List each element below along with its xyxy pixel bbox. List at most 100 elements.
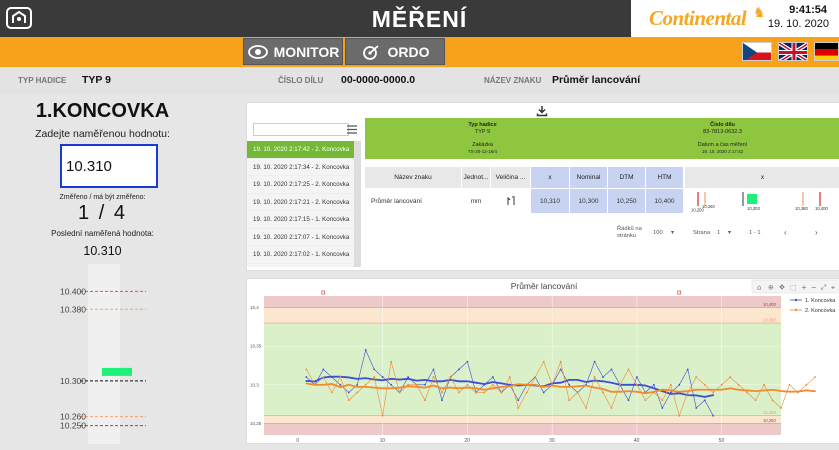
series-point bbox=[636, 376, 638, 378]
cell-htm: 10,400 bbox=[646, 189, 683, 213]
camera-icon[interactable]: ⌂ bbox=[757, 284, 761, 292]
continental-logo: Continental bbox=[649, 6, 747, 30]
download-icon[interactable] bbox=[536, 105, 548, 117]
chevron-down-icon[interactable]: ▾ bbox=[671, 229, 674, 236]
series-point bbox=[627, 368, 630, 371]
series-point bbox=[381, 376, 384, 378]
count-label: Změřeno / má být změřeno: bbox=[59, 194, 146, 201]
col-htm[interactable]: HTM bbox=[646, 167, 683, 188]
history-item[interactable]: 19. 10. 2020 2:16:59 - 1. Koncovka bbox=[247, 263, 354, 267]
series-point bbox=[585, 407, 587, 409]
history-item[interactable]: 19. 10. 2020 2:17:25 - 2. Koncovka bbox=[247, 176, 354, 194]
y-tick-label: 10,3 bbox=[250, 382, 259, 387]
series-point bbox=[593, 360, 596, 363]
y-tick-label: 10,4 bbox=[250, 305, 259, 310]
chart-title: Průměr lancování bbox=[511, 281, 578, 291]
history-item[interactable]: 19. 10. 2020 2:17:21 - 2. Koncovka bbox=[247, 193, 354, 211]
feature-name-value: Průměr lancování bbox=[552, 74, 641, 86]
series-point bbox=[661, 399, 664, 402]
detail-part-value: 83-7813-0632.3 bbox=[703, 129, 742, 135]
series-point bbox=[364, 383, 367, 386]
select-icon[interactable]: ⬚ bbox=[790, 284, 797, 292]
series-point bbox=[508, 376, 511, 378]
ordo-button[interactable]: ORDO bbox=[345, 38, 445, 65]
series-point bbox=[788, 383, 791, 386]
col-dtm[interactable]: DTM bbox=[608, 167, 645, 188]
monitor-label: MONITOR bbox=[273, 43, 340, 60]
series-point bbox=[305, 368, 308, 371]
page-select[interactable]: 1 bbox=[717, 230, 720, 236]
clock-date: 19. 10. 2020 bbox=[767, 18, 829, 30]
part-number-value: 00-0000-0000.0 bbox=[341, 74, 416, 86]
feature-name-label: NÁZEV ZNAKU bbox=[484, 76, 542, 85]
home-icon[interactable] bbox=[6, 7, 32, 29]
col-nominal[interactable]: Nominal bbox=[570, 167, 607, 188]
pagination: Řádků na stránku 100 ▾ Strana 1 ▾ 1 - 1 … bbox=[617, 225, 839, 245]
legend-label[interactable]: 2. Koncovka bbox=[805, 308, 836, 314]
series-point bbox=[458, 368, 460, 371]
cell-nominal: 10,300 bbox=[570, 189, 607, 213]
history-item[interactable]: 19. 10. 2020 2:17:34 - 2. Koncovka bbox=[247, 158, 354, 176]
series-point bbox=[474, 391, 477, 394]
rows-per-page-select[interactable]: 100 bbox=[653, 230, 663, 236]
x-tick-label: 0 bbox=[296, 438, 299, 444]
cell-x: 10,310 bbox=[531, 189, 569, 213]
top-header: MĚŘENÍ Continental ♞ 9:41:54 19. 10. 202… bbox=[0, 0, 839, 37]
history-scrollbar[interactable] bbox=[355, 141, 361, 267]
col-unit[interactable]: Jednot... bbox=[462, 167, 490, 188]
detail-datetime-label: Datum a čas měření bbox=[697, 142, 748, 148]
series-point bbox=[347, 391, 350, 394]
autoscale-icon[interactable]: ⤢ bbox=[821, 284, 827, 292]
flag-cz-button[interactable] bbox=[742, 42, 772, 61]
flag-uk-button[interactable] bbox=[778, 42, 808, 61]
series-point bbox=[432, 368, 435, 371]
y-tick-label: 10,25 bbox=[250, 421, 262, 426]
entry-label: Zadejte naměřenou hodnotu: bbox=[35, 128, 170, 140]
flag-de-button[interactable] bbox=[814, 42, 839, 61]
cell-unit: mm bbox=[470, 197, 482, 205]
series-point bbox=[500, 391, 503, 394]
col-x[interactable]: x bbox=[531, 167, 569, 188]
zoom-out-icon[interactable]: − bbox=[811, 284, 817, 292]
zoom-in-icon[interactable]: + bbox=[801, 284, 807, 292]
history-item[interactable]: 19. 10. 2020 2:17:42 - 2. Koncovka bbox=[247, 141, 354, 159]
history-item[interactable]: 19. 10. 2020 2:17:07 - 1. Koncovka bbox=[247, 228, 354, 246]
series-point bbox=[373, 368, 376, 371]
cell-feature-name: Průměr lancování bbox=[371, 197, 422, 205]
series-point bbox=[720, 383, 723, 386]
zoom-icon[interactable]: ⊕ bbox=[768, 284, 774, 292]
series-point bbox=[763, 383, 765, 386]
x-tick-label: 10 bbox=[380, 438, 386, 444]
reset-icon[interactable]: ⌖ bbox=[831, 284, 835, 292]
hose-type-value: TYP 9 bbox=[82, 74, 111, 86]
pan-icon[interactable]: ✥ bbox=[779, 284, 785, 292]
detail-part-label: Číslo dílu bbox=[710, 122, 735, 128]
monitor-icon bbox=[247, 44, 268, 59]
next-page-icon[interactable]: › bbox=[815, 228, 818, 237]
series-point bbox=[542, 360, 545, 363]
gauge-tick-label: 10.300 bbox=[60, 376, 86, 386]
history-item[interactable]: 19. 10. 2020 2:17:02 - 1. Koncovka bbox=[247, 246, 354, 264]
col-feature-name[interactable]: Název znaku bbox=[365, 167, 461, 188]
prev-page-icon[interactable]: ‹ bbox=[784, 228, 787, 237]
measured-value-input[interactable] bbox=[60, 144, 158, 188]
series-point bbox=[686, 368, 689, 371]
col-quantity[interactable]: Veličina ... bbox=[491, 167, 530, 188]
legend-label[interactable]: 1. Koncovka bbox=[805, 298, 836, 304]
series-point bbox=[339, 376, 342, 378]
series-point bbox=[661, 407, 664, 409]
monitor-button[interactable]: MONITOR bbox=[243, 38, 343, 65]
chevron-down-icon[interactable]: ▾ bbox=[728, 229, 731, 236]
history-item[interactable]: 19. 10. 2020 2:17:15 - 1. Koncovka bbox=[247, 211, 354, 229]
range-header: x bbox=[685, 167, 839, 188]
menu-icon[interactable] bbox=[347, 125, 357, 134]
history-search-input[interactable] bbox=[253, 123, 349, 136]
clock-time: 9:41:54 bbox=[789, 4, 827, 16]
last-value: 10.310 bbox=[83, 244, 122, 258]
series-point bbox=[347, 399, 350, 402]
gauge-tick-label: 10.400 bbox=[60, 286, 86, 296]
series-point bbox=[703, 383, 706, 386]
series-point bbox=[559, 360, 562, 363]
legend-swatch-point bbox=[794, 298, 798, 302]
detail-order-value: TS-20-12-16/4 bbox=[467, 149, 497, 154]
